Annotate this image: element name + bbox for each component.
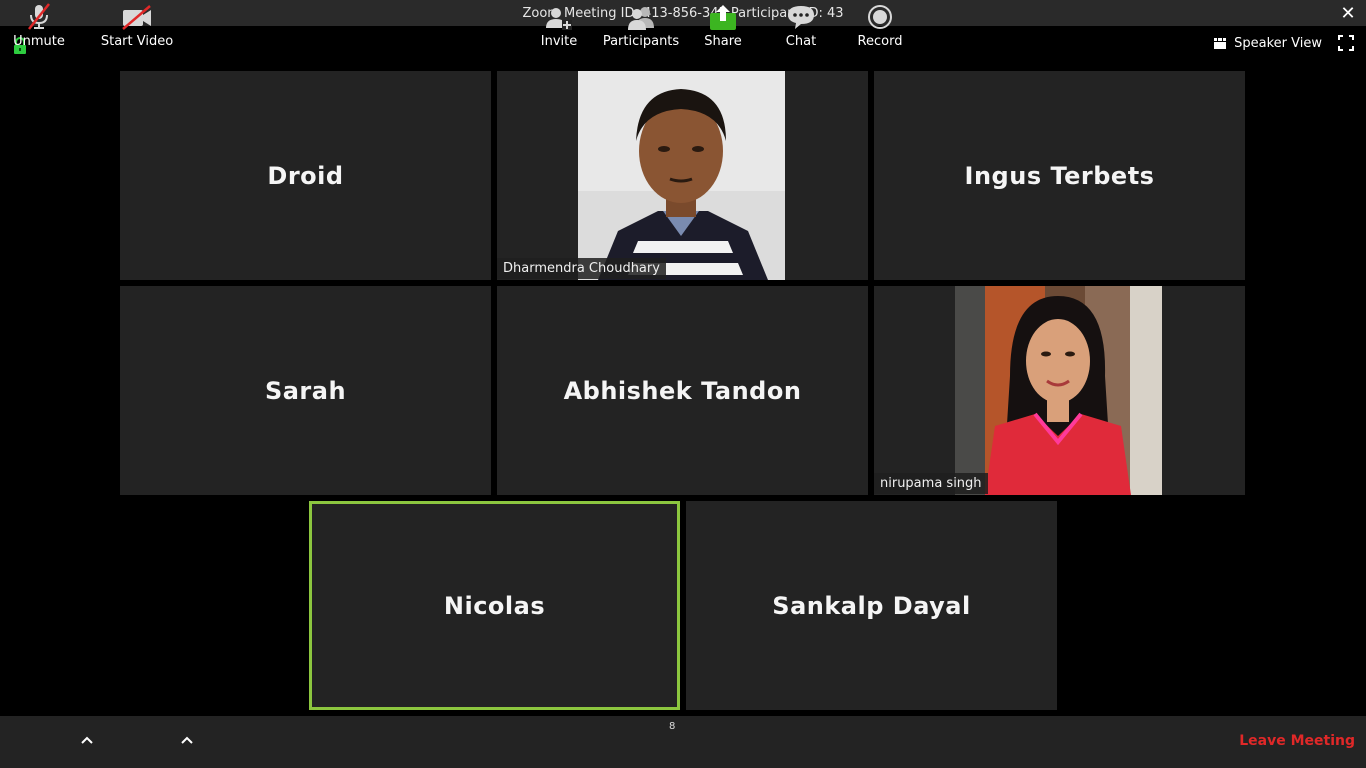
video-camera-off-icon	[122, 5, 151, 30]
microphone-muted-icon	[28, 3, 50, 30]
start-video-button[interactable]: Start Video	[100, 0, 174, 52]
speaker-view-label: Speaker View	[1234, 35, 1322, 51]
fullscreen-icon[interactable]	[1338, 35, 1354, 51]
invite-label: Invite	[540, 34, 578, 49]
participant-tile[interactable]: Sarah	[120, 286, 491, 495]
participant-video	[955, 286, 1162, 495]
unmute-button[interactable]: Unmute	[12, 0, 66, 52]
participant-tile[interactable]: Droid	[120, 71, 491, 280]
participant-name: Abhishek Tandon	[563, 376, 802, 405]
participant-name: Sarah	[264, 376, 347, 405]
participant-tile[interactable]: Sankalp Dayal	[686, 501, 1057, 710]
share-button[interactable]: Share	[704, 0, 742, 52]
audio-options-caret-icon[interactable]	[80, 735, 94, 745]
participant-name: Nicolas	[443, 591, 546, 620]
speaker-view-icon	[1214, 37, 1227, 49]
invite-button[interactable]: Invite	[540, 0, 578, 52]
participant-tile[interactable]: nirupama singh	[874, 286, 1245, 495]
chat-button[interactable]: Chat	[783, 0, 819, 52]
leave-meeting-button[interactable]: Leave Meeting	[1239, 733, 1355, 749]
video-options-caret-icon[interactable]	[180, 735, 194, 745]
close-icon[interactable]: ✕	[1338, 3, 1358, 24]
participants-count-badge: 8	[669, 721, 676, 732]
active-speaker-tile[interactable]: Nicolas	[309, 501, 680, 710]
participant-name: Droid	[267, 161, 344, 190]
participant-tile[interactable]: Ingus Terbets	[874, 71, 1245, 280]
record-label: Record	[857, 34, 903, 49]
participant-tile[interactable]: Dharmendra Choudhary	[497, 71, 868, 280]
participants-label: Participants	[602, 34, 680, 49]
share-screen-icon	[710, 5, 736, 30]
record-icon	[868, 5, 892, 29]
participant-name-tag: nirupama singh	[874, 473, 988, 494]
meeting-toolbar	[0, 716, 1366, 768]
participant-name-tag: Dharmendra Choudhary	[497, 258, 666, 279]
window-titlebar: Zoom Meeting ID: 413-856-345 Participant…	[0, 0, 1366, 26]
speaker-view-button[interactable]: Speaker View	[1214, 34, 1322, 52]
record-button[interactable]: Record	[858, 0, 902, 52]
participant-video	[578, 71, 785, 280]
unmute-label: Unmute	[13, 34, 65, 49]
share-label: Share	[704, 34, 742, 49]
chat-label: Chat	[785, 34, 817, 49]
participant-tile[interactable]: Abhishek Tandon	[497, 286, 868, 495]
participants-people-icon	[628, 7, 654, 30]
invite-person-add-icon	[546, 8, 572, 30]
participant-name: Ingus Terbets	[964, 161, 1155, 190]
participants-button[interactable]: Participants	[602, 0, 680, 52]
start-video-label: Start Video	[100, 34, 174, 49]
participant-name: Sankalp Dayal	[772, 591, 971, 620]
chat-bubble-icon	[788, 6, 814, 29]
